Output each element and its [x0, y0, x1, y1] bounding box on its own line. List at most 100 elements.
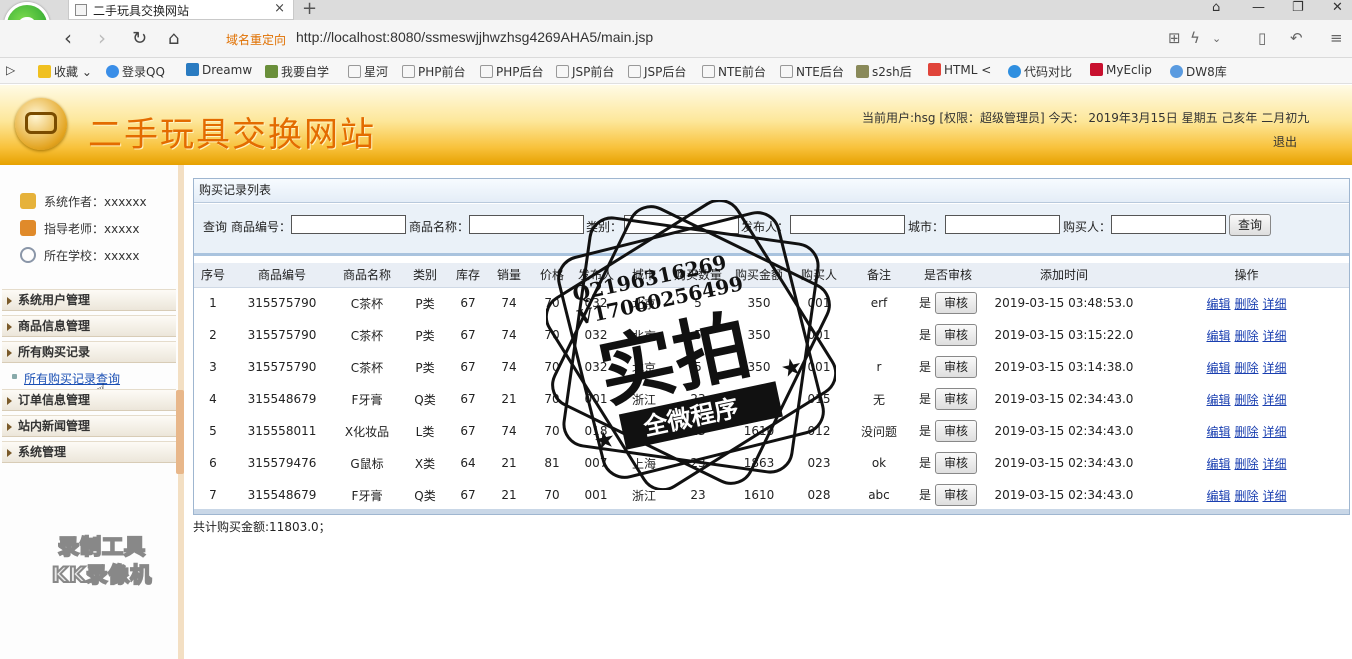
menu-purchase-records[interactable]: 所有购买记录 [2, 341, 176, 363]
reader-icon[interactable]: ▯ [1258, 29, 1266, 47]
cell-text: 3 [209, 360, 217, 374]
detail-link[interactable]: 详细 [1263, 457, 1287, 471]
redirect-label: 域名重定向 [226, 33, 287, 47]
cell-text: 67 [460, 360, 476, 374]
edit-link[interactable]: 编辑 [1206, 489, 1230, 503]
chevron-down-icon[interactable]: ⌄ [1212, 32, 1221, 45]
edit-link[interactable]: 编辑 [1206, 361, 1230, 375]
delete-link[interactable]: 删除 [1234, 457, 1258, 471]
back-icon[interactable]: ‹ [64, 26, 72, 50]
audit-button[interactable]: 审核 [935, 356, 977, 378]
forward-icon[interactable]: › [98, 26, 106, 50]
bookmark-item[interactable]: NTE前台 [702, 63, 766, 80]
close-window-icon[interactable]: ✕ [1332, 0, 1343, 15]
edit-link[interactable]: 编辑 [1206, 297, 1230, 311]
city-input[interactable] [945, 215, 1060, 234]
home-icon[interactable]: ⌂ [168, 28, 179, 49]
table-cell: 67 [448, 415, 488, 447]
browser-tab[interactable]: 二手玩具交换网站 × [68, 0, 294, 20]
bookmark-item[interactable]: 代码对比 [1008, 63, 1072, 80]
delete-link[interactable]: 删除 [1234, 425, 1258, 439]
detail-link[interactable]: 详细 [1263, 329, 1287, 343]
lightning-icon[interactable]: ϟ [1190, 29, 1200, 47]
menu-order-management[interactable]: 订单信息管理 [2, 389, 176, 411]
search-button[interactable]: 查询 [1229, 214, 1271, 236]
table-cell: 5 [670, 351, 726, 383]
menu-user-management[interactable]: 系统用户管理 [2, 289, 176, 311]
detail-link[interactable]: 详细 [1263, 361, 1287, 375]
bookmark-item[interactable]: Dreamw [186, 63, 252, 77]
detail-link[interactable]: 详细 [1263, 297, 1287, 311]
logout-link[interactable]: 退出 [1273, 133, 1297, 150]
bookmark-item[interactable]: JSP后台 [628, 63, 686, 80]
table-body: 1 315575790 C茶杯 P类 67 74 70 032 北京 5 350 001 erf 是审核 2… [194, 287, 1349, 511]
table-row: 1 315575790 C茶杯 P类 67 74 70 032 北京 5 350 001 erf 是审核 2… [194, 287, 1349, 319]
audit-button[interactable]: 审核 [935, 324, 977, 346]
bookmarks-toggle-icon[interactable]: ▷ [6, 63, 15, 77]
detail-link[interactable]: 详细 [1263, 425, 1287, 439]
audit-button[interactable]: 审核 [935, 484, 977, 506]
table-cell: abc [846, 479, 912, 511]
goods-code-input[interactable] [291, 215, 406, 234]
column-header: 操作 [1144, 263, 1349, 288]
edit-link[interactable]: 编辑 [1206, 329, 1230, 343]
cell-text: erf [870, 296, 888, 311]
bookmark-item[interactable]: HTML < [928, 63, 991, 77]
new-tab-button[interactable]: + [302, 0, 317, 19]
edit-link[interactable]: 编辑 [1206, 425, 1230, 439]
bookmark-item[interactable]: NTE后台 [780, 63, 844, 80]
audit-button[interactable]: 审核 [935, 388, 977, 410]
actions-cell: 编辑 删除 详细 [1144, 319, 1349, 351]
undo-icon[interactable]: ↶ [1290, 29, 1303, 47]
grid-icon[interactable]: ⊞ [1168, 29, 1181, 47]
publisher-input[interactable] [790, 215, 905, 234]
sidebar-collapse-handle[interactable] [176, 390, 184, 474]
delete-link[interactable]: 删除 [1234, 361, 1258, 375]
bookmark-item[interactable]: 收藏 ⌄ [38, 63, 92, 80]
column-header: 类别 [402, 263, 448, 288]
detail-link[interactable]: 详细 [1263, 489, 1287, 503]
audit-button[interactable]: 审核 [935, 452, 977, 474]
bookmark-item[interactable]: JSP前台 [556, 63, 614, 80]
edit-link[interactable]: 编辑 [1206, 457, 1230, 471]
delete-link[interactable]: 删除 [1234, 489, 1258, 503]
audit-button[interactable]: 审核 [935, 292, 977, 315]
table-cell: 是审核 [912, 447, 984, 479]
bookmark-item[interactable]: s2sh后 [856, 63, 912, 80]
bookmark-item[interactable]: 星河 [348, 63, 388, 80]
delete-link[interactable]: 删除 [1234, 329, 1258, 343]
myeclipse-icon [1090, 63, 1103, 76]
bookmark-item[interactable]: 我要自学 [265, 63, 329, 80]
detail-link[interactable]: 详细 [1263, 393, 1287, 407]
bookmark-item[interactable]: PHP后台 [480, 63, 544, 80]
goods-name-input[interactable] [469, 215, 584, 234]
menu-icon[interactable]: ≡ [1330, 29, 1343, 47]
menu-news-management[interactable]: 站内新闻管理 [2, 415, 176, 437]
recorder-watermark: 录制工具 KK录像机 [51, 534, 153, 588]
bookmark-item[interactable]: MyEclip [1090, 63, 1152, 77]
table-cell: 001 [574, 479, 618, 511]
bookmark-item[interactable]: DW8库 [1170, 63, 1227, 80]
tab-close-icon[interactable]: × [274, 1, 285, 16]
cell-text: 032 [584, 296, 608, 311]
pin-icon[interactable]: ⌂ [1212, 0, 1220, 15]
bookmark-item[interactable]: PHP前台 [402, 63, 466, 80]
restore-icon[interactable]: ❐ [1292, 0, 1304, 15]
edit-link[interactable]: 编辑 [1206, 393, 1230, 407]
table-cell: 028 [792, 479, 846, 511]
buyer-input[interactable] [1111, 215, 1226, 234]
table-cell: 5610 [726, 383, 792, 415]
bookmark-item[interactable]: 登录QQ [106, 63, 165, 80]
delete-link[interactable]: 删除 [1234, 393, 1258, 407]
url-input[interactable]: http://localhost:8080/ssmeswjjhwzhsg4269… [296, 29, 653, 45]
category-input[interactable] [624, 215, 739, 234]
refresh-icon[interactable]: ↻ [132, 28, 147, 49]
menu-goods-management[interactable]: 商品信息管理 [2, 315, 176, 337]
delete-link[interactable]: 删除 [1234, 297, 1258, 311]
menu-system-management[interactable]: 系统管理 [2, 441, 176, 463]
table-cell: 001 [574, 383, 618, 415]
minimize-icon[interactable]: — [1252, 0, 1265, 15]
table-cell: 23 [670, 479, 726, 511]
audit-button[interactable]: 审核 [935, 420, 977, 442]
purchase-list-panel: 购买记录列表 查询 商品编号： 商品名称： 类别： 发布人： 城市： 购买人： … [193, 178, 1350, 515]
